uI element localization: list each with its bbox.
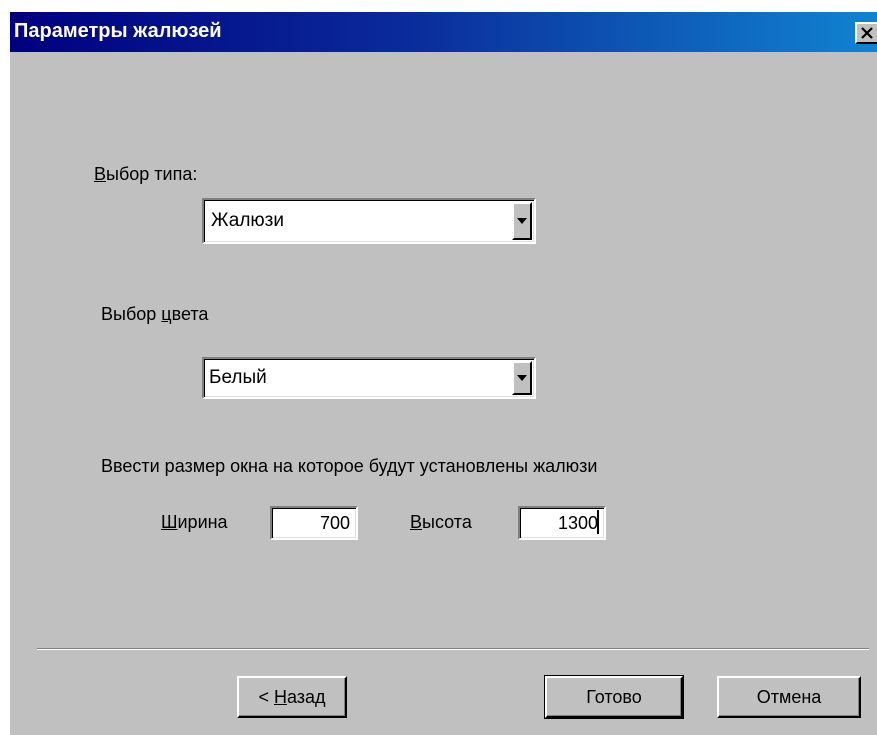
color-label: Выбор цвета bbox=[101, 304, 209, 324]
close-button[interactable] bbox=[855, 22, 877, 44]
separator bbox=[37, 648, 869, 650]
type-dropdown[interactable]: Жалюзи bbox=[202, 198, 536, 244]
type-label: Выбор типа: bbox=[94, 164, 198, 184]
color-dropdown-value: Белый bbox=[209, 367, 267, 388]
close-icon bbox=[861, 27, 873, 39]
color-dropdown[interactable]: Белый bbox=[202, 357, 536, 399]
size-instruction: Ввести размер окна на которое будут уста… bbox=[101, 456, 598, 476]
type-dropdown-button[interactable] bbox=[512, 202, 532, 240]
chevron-down-icon bbox=[517, 218, 527, 224]
height-input[interactable] bbox=[518, 506, 606, 540]
window-title: Параметры жалюзей bbox=[14, 20, 222, 42]
text-caret bbox=[597, 510, 599, 534]
type-dropdown-value: Жалюзи bbox=[211, 210, 284, 231]
width-input[interactable] bbox=[270, 506, 358, 540]
back-button-label: < Назад bbox=[258, 686, 326, 707]
color-dropdown-button[interactable] bbox=[512, 361, 532, 395]
chevron-down-icon bbox=[517, 375, 527, 381]
cancel-button[interactable]: Отмена bbox=[717, 676, 861, 718]
height-label: Высота bbox=[410, 512, 472, 532]
width-label: Ширина bbox=[161, 512, 228, 532]
back-button[interactable]: < Назад bbox=[237, 676, 347, 718]
finish-button[interactable]: Готово bbox=[544, 675, 684, 719]
title-bar[interactable]: Параметры жалюзей bbox=[10, 12, 877, 52]
dialog-window: Параметры жалюзей Выбор типа: Жалюзи Выб… bbox=[8, 10, 877, 735]
